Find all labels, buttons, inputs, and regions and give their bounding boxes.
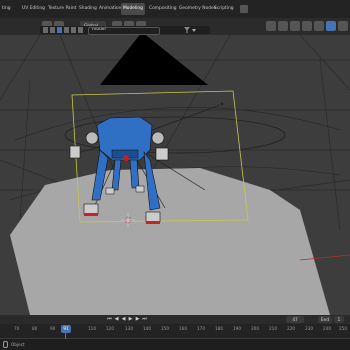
search-field-bg: [88, 27, 160, 35]
filter-icon-a[interactable]: [43, 27, 48, 33]
jump-end-icon[interactable]: ⏭: [141, 316, 148, 323]
tab-texture-paint[interactable]: Texture Paint: [46, 3, 78, 15]
play-reverse-icon[interactable]: ◀: [120, 316, 127, 323]
shading-wire-icon[interactable]: [314, 21, 324, 31]
ruler-tick: 210: [269, 326, 277, 331]
play-icon[interactable]: ▶: [127, 316, 134, 323]
end-frame-field[interactable]: 1: [334, 316, 344, 323]
status-bar: [0, 339, 350, 350]
ruler-tick: 130: [125, 326, 133, 331]
ruler-tick: 140: [143, 326, 151, 331]
ruler-tick: 230: [305, 326, 313, 331]
ruler-tick: 190: [233, 326, 241, 331]
ruler-tick: 180: [215, 326, 223, 331]
ruler-tick: 170: [197, 326, 205, 331]
shading-solid-icon[interactable]: [326, 21, 336, 31]
filter-icon-f[interactable]: [78, 27, 83, 33]
end-label: End: [318, 316, 332, 323]
viewport-scene: [0, 35, 350, 315]
xray-toggle-icon[interactable]: [302, 21, 312, 31]
jump-start-icon[interactable]: ⏮: [106, 316, 113, 323]
prev-keyframe-icon[interactable]: ◀: [113, 316, 120, 323]
ruler-tick: 150: [161, 326, 169, 331]
tab-compositing[interactable]: Compositing: [147, 3, 179, 15]
ruler-tick: 70: [14, 326, 20, 331]
status-label: Object: [11, 342, 25, 347]
overlay-toggle-icon[interactable]: [290, 21, 300, 31]
filter-icon-e[interactable]: [71, 27, 76, 33]
filter-icon-b[interactable]: [50, 27, 55, 33]
ruler-tick: 200: [251, 326, 259, 331]
3d-viewport[interactable]: [0, 35, 350, 315]
tab-animation[interactable]: Animation: [97, 3, 123, 15]
filter-icon-d[interactable]: [64, 27, 69, 33]
current-frame-field[interactable]: 47: [286, 316, 304, 323]
ruler-tick: 110: [88, 326, 96, 331]
filter-icon-c[interactable]: [57, 27, 62, 33]
ruler-tick: 90: [50, 326, 56, 331]
playhead-frame-label[interactable]: 91: [61, 325, 71, 333]
shading-material-icon[interactable]: [338, 21, 348, 31]
tab-ting[interactable]: ting: [0, 3, 13, 15]
tab-uv-editing[interactable]: UV Editing: [20, 3, 47, 15]
ruler-tick: 220: [287, 326, 295, 331]
visibility-icon[interactable]: [266, 21, 276, 31]
ruler-tick: 160: [179, 326, 187, 331]
ruler-tick: 250: [339, 326, 347, 331]
ruler-tick: 240: [323, 326, 331, 331]
mouse-icon: [3, 341, 8, 348]
ruler-tick: 80: [32, 326, 38, 331]
next-keyframe-icon[interactable]: ▶: [134, 316, 141, 323]
tab-shading[interactable]: Shading: [77, 3, 99, 15]
origin-dot: [220, 102, 224, 106]
scene-selector-icon[interactable]: [240, 5, 248, 13]
tab-modeling[interactable]: Modeling: [121, 3, 145, 15]
ruler-tick: 120: [106, 326, 114, 331]
tab-scripting[interactable]: Scripting: [212, 3, 236, 15]
workspace-bar: ting UV Editing Texture Paint Shading An…: [0, 0, 350, 18]
gizmo-toggle-icon[interactable]: [278, 21, 288, 31]
